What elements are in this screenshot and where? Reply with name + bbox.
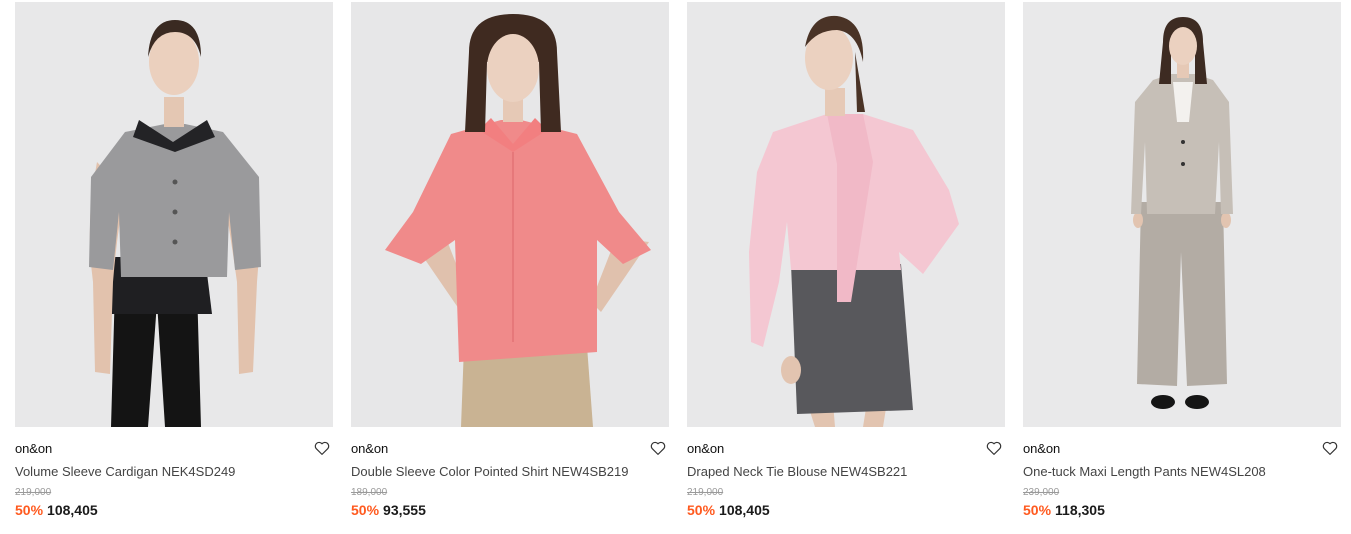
product-name[interactable]: Volume Sleeve Cardigan NEK4SD249 — [15, 463, 333, 481]
brand-label[interactable]: on&on — [15, 441, 52, 456]
product-image[interactable] — [15, 2, 333, 427]
price-row: 50% 108,405 — [15, 501, 333, 519]
brand-label[interactable]: on&on — [1023, 441, 1060, 456]
discount-badge: 50% — [1023, 502, 1052, 518]
product-name[interactable]: Double Sleeve Color Pointed Shirt NEW4SB… — [351, 463, 669, 481]
heart-icon[interactable] — [649, 439, 667, 457]
product-image[interactable] — [1023, 2, 1341, 427]
price-row: 50% 93,555 — [351, 501, 669, 519]
product-name[interactable]: Draped Neck Tie Blouse NEW4SB221 — [687, 463, 1005, 481]
brand-label[interactable]: on&on — [351, 441, 388, 456]
original-price: 189,000 — [351, 487, 388, 498]
brand-row: on&on — [1023, 439, 1341, 459]
product-image[interactable] — [687, 2, 1005, 427]
sale-price: 118,305 — [1055, 502, 1105, 518]
product-grid: on&on Volume Sleeve Cardigan NEK4SD249 2… — [0, 0, 1351, 534]
discount-badge: 50% — [15, 502, 44, 518]
sale-price: 93,555 — [383, 502, 426, 518]
original-price: 219,000 — [15, 487, 52, 498]
brand-row: on&on — [15, 439, 333, 459]
product-card[interactable]: on&on Volume Sleeve Cardigan NEK4SD249 2… — [15, 2, 333, 519]
product-card[interactable]: on&on Double Sleeve Color Pointed Shirt … — [351, 2, 669, 519]
price-row: 50% 118,305 — [1023, 501, 1341, 519]
original-price: 239,000 — [1023, 487, 1060, 498]
product-name[interactable]: One-tuck Maxi Length Pants NEW4SL208 — [1023, 463, 1341, 481]
heart-icon[interactable] — [313, 439, 331, 457]
heart-icon[interactable] — [985, 439, 1003, 457]
brand-label[interactable]: on&on — [687, 441, 724, 456]
product-image[interactable] — [351, 2, 669, 427]
product-card[interactable]: on&on Draped Neck Tie Blouse NEW4SB221 2… — [687, 2, 1005, 519]
heart-icon[interactable] — [1321, 439, 1339, 457]
sale-price: 108,405 — [719, 502, 770, 518]
brand-row: on&on — [351, 439, 669, 459]
discount-badge: 50% — [687, 502, 716, 518]
sale-price: 108,405 — [47, 502, 98, 518]
brand-row: on&on — [687, 439, 1005, 459]
price-row: 50% 108,405 — [687, 501, 1005, 519]
original-price: 219,000 — [687, 487, 724, 498]
product-card[interactable]: on&on One-tuck Maxi Length Pants NEW4SL2… — [1023, 2, 1341, 519]
discount-badge: 50% — [351, 502, 380, 518]
